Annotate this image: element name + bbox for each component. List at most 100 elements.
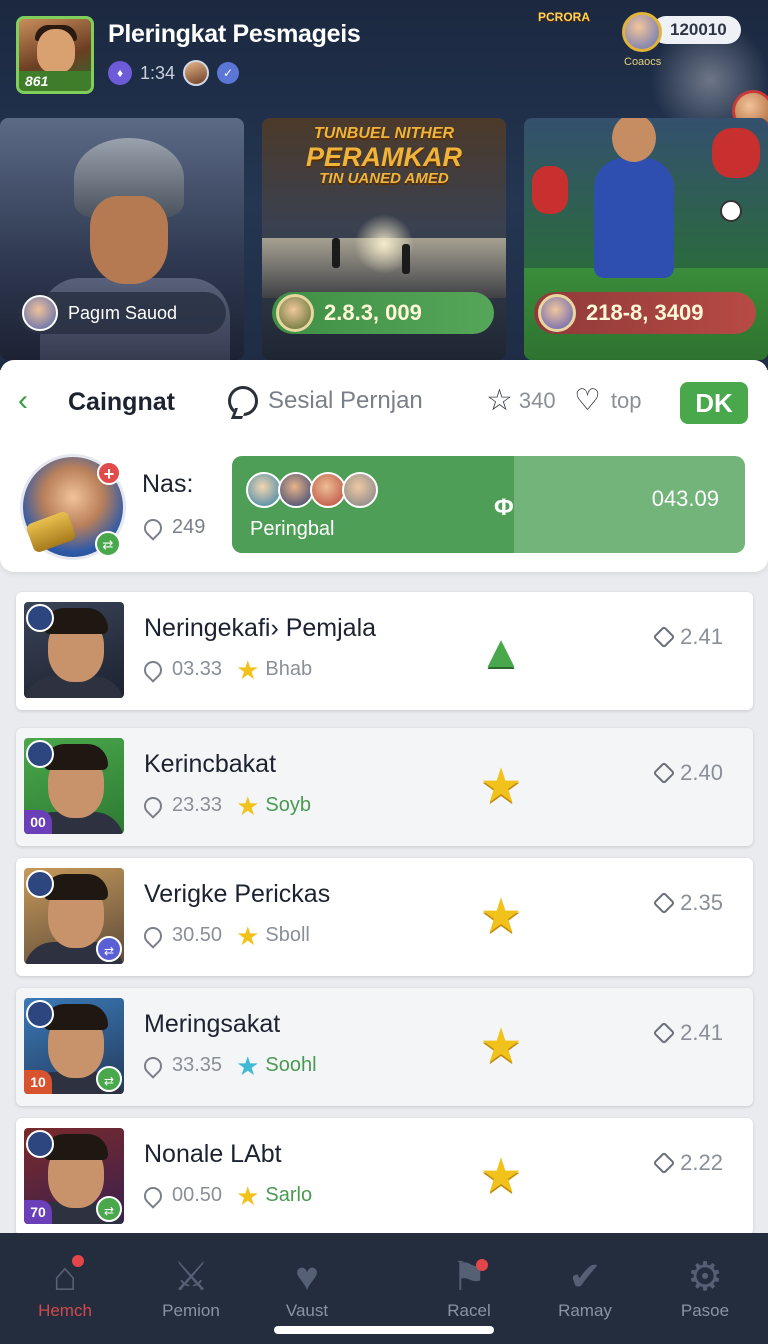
- player-rating-value: 2.35: [680, 890, 723, 915]
- player-level-badge: 861: [19, 71, 91, 91]
- star-icon[interactable]: ★: [476, 892, 526, 942]
- trophy-icon: [25, 510, 77, 554]
- flag-icon: ⚑: [451, 1255, 487, 1299]
- top-header: 861 Pleringkat Pesmageis ♦ 1:34 ✓ PCRORA…: [0, 0, 768, 370]
- tab-chat[interactable]: Sesial Pernjan: [228, 386, 423, 416]
- location-pin-icon: [140, 656, 166, 683]
- player-silhouette: [402, 244, 410, 274]
- coins-badge[interactable]: 120010 Coaocs: [622, 12, 741, 68]
- star-icon[interactable]: ★: [476, 1022, 526, 1072]
- swap-icon: ⇄: [96, 936, 122, 962]
- tab-bar: ‹ Caingnat Sesial Pernjan ☆ 340 ♡ top DK: [0, 378, 768, 426]
- nav-item-ramay[interactable]: ✔ Ramay: [530, 1253, 640, 1321]
- list-item[interactable]: Neringekafi› Pemjala 03.33 ★ Bhab ▲ 2.41: [16, 592, 753, 710]
- home-icon: ⌂: [52, 1255, 78, 1299]
- participant-avatar: [310, 472, 346, 508]
- tab-active[interactable]: Caingnat: [68, 388, 175, 417]
- player-meta: 33.35 ★ Soohl: [140, 1053, 317, 1079]
- player-meta: 30.50 ★ Sboll: [140, 920, 310, 951]
- player-thumbnail: 10 ⇄: [24, 998, 124, 1094]
- stadium-value-pill[interactable]: 2.8.3, 009: [272, 292, 494, 334]
- nav-item-pemion[interactable]: ⚔ Pemion: [136, 1253, 246, 1321]
- team-crest-icon: [26, 870, 54, 898]
- nav-item-pasoe[interactable]: ⚙ Pasoe: [650, 1253, 760, 1321]
- ok-button[interactable]: DK: [680, 382, 748, 424]
- envelope-up-icon[interactable]: ▲: [476, 626, 526, 676]
- pill-avatar: [276, 294, 314, 332]
- player-name: Verigke Perickas: [144, 880, 331, 908]
- nav-item-home[interactable]: ⌂ Hemch: [10, 1253, 120, 1321]
- swords-icon: ⚔: [173, 1255, 209, 1299]
- notification-dot: [476, 1259, 488, 1271]
- progress-card[interactable]: Peringbal Φ 043.09: [232, 456, 745, 553]
- player-name: Nonale LAbt: [144, 1140, 282, 1168]
- stadium-title-line-2: PERAMKAR: [305, 141, 462, 172]
- location-pin-icon: [140, 514, 166, 541]
- participant-avatar: [246, 472, 282, 508]
- list-item[interactable]: 10 ⇄ Meringsakat 33.35 ★ Soohl ★ 2.41: [16, 988, 753, 1106]
- chat-bubble-icon: [228, 386, 258, 416]
- player-meta: 00.50 ★ Sarlo: [140, 1183, 312, 1209]
- check-circle-icon: ✔: [568, 1255, 602, 1299]
- progress-label: Peringbal: [250, 518, 335, 540]
- stadium-value: 2.8.3, 009: [324, 300, 422, 325]
- tab-heart[interactable]: ♡ top: [574, 386, 642, 416]
- player-rating: 2.41: [652, 1020, 723, 1046]
- player-rating: 2.22: [652, 1150, 723, 1176]
- location-pin-icon: [140, 792, 166, 819]
- notification-dot: [72, 1255, 84, 1267]
- hero-card-stadium[interactable]: TUNBUEL NITHER PERAMKAR TIN UANED AMED 2…: [262, 118, 506, 360]
- header-status-row: ♦ 1:34 ✓: [108, 60, 240, 86]
- player-avatar[interactable]: 861: [16, 16, 94, 94]
- player-rating: 2.35: [652, 890, 723, 916]
- add-icon[interactable]: +: [97, 461, 121, 485]
- star-icon: ★: [236, 654, 260, 685]
- hero-card-football[interactable]: 218-8, 3409: [524, 118, 768, 360]
- hero-name-chip[interactable]: Pagım Sauod: [18, 292, 226, 334]
- tab-star[interactable]: ☆ 340: [486, 386, 556, 416]
- player-score-value: 00.50: [172, 1184, 223, 1206]
- friend-avatar[interactable]: [183, 60, 210, 86]
- stadium-title-line-3: TIN UANED AMED: [319, 170, 449, 188]
- gear-icon: ⚙: [687, 1255, 723, 1299]
- page-title: Pleringkat Pesmageis: [108, 20, 361, 48]
- player-score: 23.33: [140, 792, 222, 819]
- nav-item-racel[interactable]: ⚑ Racel: [414, 1253, 524, 1321]
- player-name: Meringsakat: [144, 1010, 281, 1038]
- nav-label-racel: Racel: [447, 1301, 491, 1320]
- rating-diamond-icon: [652, 1151, 676, 1175]
- home-indicator[interactable]: [274, 1326, 494, 1334]
- player-thumbnail: 70 ⇄: [24, 1128, 124, 1224]
- back-button[interactable]: ‹: [18, 386, 50, 418]
- pill-avatar: [538, 294, 576, 332]
- player-thumbnail: [24, 602, 124, 698]
- player-rating-value: 2.40: [680, 760, 723, 785]
- player-score: 30.50: [140, 922, 222, 949]
- list-item[interactable]: ⇄ Verigke Perickas 30.50 ★ Sboll ★ 2.35: [16, 858, 753, 976]
- my-avatar[interactable]: + ⇄: [20, 454, 126, 560]
- list-item[interactable]: 00 Kerincbakat 23.33 ★ Soyb ★ 2.40: [16, 728, 753, 846]
- team-crest-icon: [26, 1000, 54, 1028]
- my-name: Nas:: [142, 470, 194, 498]
- player-rating: 2.40: [652, 760, 723, 786]
- participant-avatar: [342, 472, 378, 508]
- star-icon[interactable]: ★: [476, 762, 526, 812]
- heart-icon: ♥: [295, 1255, 319, 1299]
- tab-heart-label: top: [610, 388, 642, 413]
- rating-diamond-icon: [652, 625, 676, 649]
- participant-avatar: [278, 472, 314, 508]
- team-crest-icon: [26, 604, 54, 632]
- football-value-pill[interactable]: 218-8, 3409: [534, 292, 756, 334]
- event-badge[interactable]: PCRORA: [536, 8, 768, 132]
- star-icon[interactable]: ★: [476, 1152, 526, 1202]
- hero-card-knight[interactable]: Pagım Sauod: [0, 118, 244, 360]
- list-item[interactable]: 70 ⇄ Nonale LAbt 00.50 ★ Sarlo ★ 2.22: [16, 1118, 753, 1236]
- player-tier: ★ Sarlo: [236, 1183, 312, 1209]
- nav-item-vaust[interactable]: ♥ Vaust: [252, 1253, 362, 1321]
- team-crest-icon: [26, 740, 54, 768]
- player-rating-value: 2.41: [680, 1020, 723, 1045]
- swap-icon: ⇄: [96, 1196, 122, 1222]
- opponent-player: [532, 166, 568, 214]
- star-icon: ★: [236, 920, 260, 951]
- swap-icon: ⇄: [95, 531, 121, 557]
